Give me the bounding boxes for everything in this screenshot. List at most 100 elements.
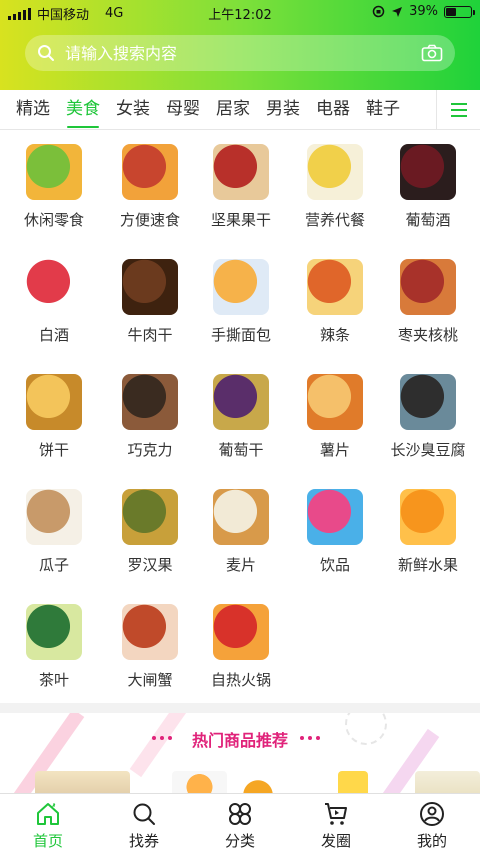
category-label: 茶叶 (38, 671, 69, 689)
monk-fruit-image (122, 489, 178, 545)
tab-nvzhuang[interactable]: 女装 (108, 90, 158, 130)
location-icon (392, 6, 403, 17)
product-thumbnail[interactable] (172, 771, 227, 793)
hot-section-title: 热门商品推荐 (191, 731, 288, 750)
home-icon (37, 803, 59, 825)
tab-jujia[interactable]: 居家 (208, 90, 258, 130)
tab-dianqi[interactable]: 电器 (308, 90, 358, 130)
category-item[interactable]: 麦片 (193, 475, 289, 590)
category-label: 罗汉果 (127, 556, 173, 574)
category-item[interactable]: 罗汉果 (102, 475, 198, 590)
tab-meishi[interactable]: 美食 (58, 90, 108, 130)
baijiu-image (26, 259, 82, 315)
category-item[interactable]: 辣条 (287, 245, 383, 360)
product-thumbnail[interactable] (338, 771, 368, 793)
category-label: 巧克力 (127, 441, 173, 459)
search-bar[interactable] (25, 35, 455, 71)
chocolate-image (122, 374, 178, 430)
category-item[interactable]: 自热火锅 (193, 590, 289, 705)
fresh-fruit-image (400, 489, 456, 545)
category-label: 葡萄酒 (405, 211, 451, 229)
category-item[interactable]: 坚果果干 (193, 130, 289, 245)
category-item[interactable]: 茶叶 (6, 590, 102, 705)
category-label: 营养代餐 (304, 211, 365, 229)
category-label: 手撕面包 (210, 326, 271, 344)
bread-image (213, 259, 269, 315)
category-item[interactable]: 枣夹核桃 (380, 245, 476, 360)
category-label: 方便速食 (119, 211, 180, 229)
menu-icon[interactable] (436, 90, 480, 130)
product-thumbnail[interactable] (35, 771, 130, 793)
decor-dots-right (300, 736, 320, 742)
category-item[interactable]: 葡萄干 (193, 360, 289, 475)
category-item[interactable]: 大闸蟹 (102, 590, 198, 705)
chips-image (307, 374, 363, 430)
biscuit-image (26, 374, 82, 430)
category-item[interactable]: 新鲜水果 (380, 475, 476, 590)
oatmeal-image (213, 489, 269, 545)
tea-image (26, 604, 82, 660)
raisin-image (213, 374, 269, 430)
camera-icon[interactable] (421, 44, 443, 62)
category-item[interactable]: 手撕面包 (193, 245, 289, 360)
category-label: 辣条 (319, 326, 350, 344)
status-bar: 中国移动 4G 上午12:02 39% (0, 0, 480, 24)
nuts-image (213, 144, 269, 200)
snacks-image (26, 144, 82, 200)
nav-home[interactable]: 首页 (0, 794, 96, 853)
category-item[interactable]: 瓜子 (6, 475, 102, 590)
category-item[interactable]: 营养代餐 (287, 130, 383, 245)
category-label: 瓜子 (38, 556, 69, 574)
product-thumbnail[interactable] (415, 771, 480, 793)
category-label: 新鲜水果 (397, 556, 458, 574)
nav-share[interactable]: 发圈 (288, 794, 384, 853)
category-label: 大闸蟹 (127, 671, 173, 689)
crab-image (122, 604, 178, 660)
category-item[interactable]: 方便速食 (102, 130, 198, 245)
category-item[interactable]: 巧克力 (102, 360, 198, 475)
seeds-image (26, 489, 82, 545)
profile-icon (420, 802, 444, 826)
hot-products-section: 热门商品推荐 (0, 713, 480, 793)
header-banner: 中国移动 4G 上午12:02 39% (0, 0, 480, 90)
nav-categories[interactable]: 分类 (192, 794, 288, 853)
nav-coupons[interactable]: 找券 (96, 794, 192, 853)
wine-image (400, 144, 456, 200)
meal-replacement-image (307, 144, 363, 200)
share-icon (325, 803, 347, 825)
category-item[interactable]: 葡萄酒 (380, 130, 476, 245)
category-label: 长沙臭豆腐 (390, 441, 466, 459)
category-label: 饼干 (38, 441, 69, 459)
product-thumbnail[interactable] (240, 771, 300, 793)
tab-muying[interactable]: 母婴 (158, 90, 208, 130)
search-icon (133, 803, 155, 825)
tab-nanzhuang[interactable]: 男装 (258, 90, 308, 130)
drinks-image (307, 489, 363, 545)
time-text: 上午12:02 (208, 8, 272, 23)
instant-food-image (122, 144, 178, 200)
tab-jingxuan[interactable]: 精选 (8, 90, 58, 130)
orientation-lock-icon (372, 5, 385, 18)
category-label: 休闲零食 (23, 211, 84, 229)
battery-text: 39% (409, 4, 438, 19)
search-icon (38, 45, 54, 61)
nav-profile[interactable]: 我的 (384, 794, 480, 853)
category-item[interactable]: 薯片 (287, 360, 383, 475)
category-label: 自热火锅 (210, 671, 271, 689)
search-input[interactable] (65, 43, 421, 63)
category-item[interactable]: 长沙臭豆腐 (380, 360, 476, 475)
category-item[interactable]: 休闲零食 (6, 130, 102, 245)
category-label: 枣夹核桃 (397, 326, 458, 344)
category-item[interactable]: 白酒 (6, 245, 102, 360)
category-tabs: 精选 美食 女装 母婴 居家 男装 电器 鞋子 (0, 90, 480, 130)
category-label: 葡萄干 (218, 441, 264, 459)
category-label: 饮品 (319, 556, 350, 574)
tab-xiezi[interactable]: 鞋子 (358, 90, 408, 130)
bottom-nav: 首页 找券 分类 发圈 我的 (0, 793, 480, 853)
category-item[interactable]: 饼干 (6, 360, 102, 475)
section-divider (0, 703, 480, 713)
beef-jerky-image (122, 259, 178, 315)
category-item[interactable]: 牛肉干 (102, 245, 198, 360)
category-item[interactable]: 饮品 (287, 475, 383, 590)
category-label: 坚果果干 (210, 211, 271, 229)
